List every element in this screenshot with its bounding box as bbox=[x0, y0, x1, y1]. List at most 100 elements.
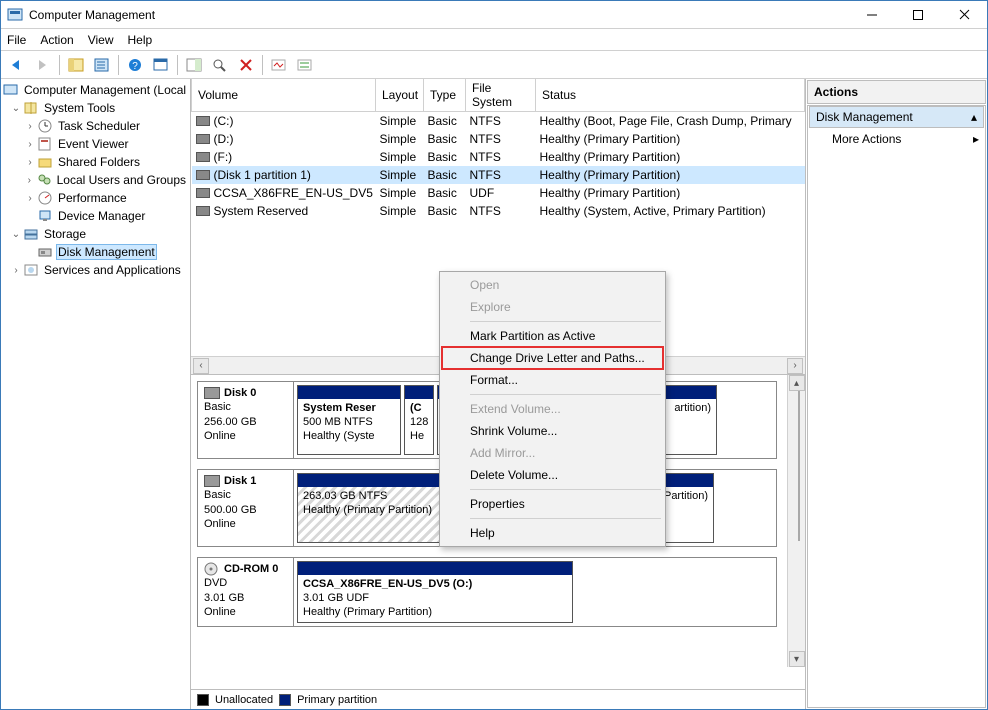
tree-root[interactable]: Computer Management (Local bbox=[3, 81, 188, 99]
tree-label: System Tools bbox=[42, 101, 117, 115]
help-button[interactable]: ? bbox=[123, 54, 147, 76]
extra-button-1[interactable] bbox=[267, 54, 291, 76]
tree-label: Task Scheduler bbox=[56, 119, 142, 133]
tree-system-tools[interactable]: ⌄ System Tools bbox=[3, 99, 188, 117]
tree-disk-management[interactable]: Disk Management bbox=[3, 243, 188, 261]
expand-icon[interactable]: › bbox=[23, 157, 37, 168]
disk-state: Online bbox=[204, 605, 287, 619]
scroll-right-icon[interactable]: › bbox=[787, 358, 803, 374]
volume-icon bbox=[196, 188, 210, 198]
partition[interactable]: System Reser500 MB NTFSHealthy (Syste bbox=[297, 385, 401, 455]
extra-button-2[interactable] bbox=[293, 54, 317, 76]
tree-label: Computer Management (Local bbox=[22, 83, 188, 97]
tree-label: Local Users and Groups bbox=[55, 173, 188, 187]
ctx-properties[interactable]: Properties bbox=[442, 493, 663, 515]
ctx-add-mirror[interactable]: Add Mirror... bbox=[442, 442, 663, 464]
volume-row[interactable]: System ReservedSimpleBasicNTFSHealthy (S… bbox=[192, 202, 805, 220]
ctx-explore[interactable]: Explore bbox=[442, 296, 663, 318]
toolbar: ? bbox=[1, 51, 987, 79]
context-menu: Open Explore Mark Partition as Active Ch… bbox=[439, 271, 666, 547]
forward-button[interactable] bbox=[31, 54, 55, 76]
ctx-delete[interactable]: Delete Volume... bbox=[442, 464, 663, 486]
collapse-icon: ▴ bbox=[971, 110, 977, 124]
disk-name: Disk 0 bbox=[224, 387, 256, 399]
ctx-shrink[interactable]: Shrink Volume... bbox=[442, 420, 663, 442]
refresh-button[interactable] bbox=[149, 54, 173, 76]
col-volume[interactable]: Volume bbox=[192, 79, 376, 112]
menu-action[interactable]: Action bbox=[40, 33, 73, 47]
actions-section[interactable]: Disk Management ▴ bbox=[809, 106, 984, 128]
actions-more[interactable]: More Actions ▸ bbox=[808, 128, 985, 150]
v-scrollbar[interactable]: ▴ ▾ bbox=[787, 375, 805, 667]
disk-size: 3.01 GB bbox=[204, 591, 287, 605]
ctx-extend[interactable]: Extend Volume... bbox=[442, 398, 663, 420]
tree-pane[interactable]: Computer Management (Local ⌄ System Tool… bbox=[1, 79, 191, 709]
menu-view[interactable]: View bbox=[88, 33, 114, 47]
tree-task-scheduler[interactable]: › Task Scheduler bbox=[3, 117, 188, 135]
scroll-down-icon[interactable]: ▾ bbox=[789, 651, 805, 667]
expand-icon[interactable]: › bbox=[23, 139, 37, 150]
cdrom-0[interactable]: CD-ROM 0 DVD 3.01 GB Online CCSA_X86FRE_… bbox=[197, 557, 777, 627]
volume-row[interactable]: (Disk 1 partition 1)SimpleBasicNTFSHealt… bbox=[192, 166, 805, 184]
volume-row[interactable]: (C:)SimpleBasicNTFSHealthy (Boot, Page F… bbox=[192, 112, 805, 130]
menu-help[interactable]: Help bbox=[128, 33, 153, 47]
legend-swatch-unallocated bbox=[197, 694, 209, 706]
col-status[interactable]: Status bbox=[536, 79, 805, 112]
disk-icon bbox=[204, 387, 220, 399]
tree-label: Storage bbox=[42, 227, 88, 241]
disk-name: Disk 1 bbox=[224, 475, 256, 487]
window-title: Computer Management bbox=[29, 8, 849, 22]
settings-button[interactable] bbox=[182, 54, 206, 76]
volume-row[interactable]: (F:)SimpleBasicNTFSHealthy (Primary Part… bbox=[192, 148, 805, 166]
actions-section-label: Disk Management bbox=[816, 110, 913, 124]
legend-swatch-primary bbox=[279, 694, 291, 706]
ctx-format[interactable]: Format... bbox=[442, 369, 663, 391]
col-layout[interactable]: Layout bbox=[376, 79, 424, 112]
expand-icon[interactable]: › bbox=[23, 193, 37, 204]
actions-header: Actions bbox=[807, 80, 986, 104]
col-type[interactable]: Type bbox=[424, 79, 466, 112]
minimize-button[interactable] bbox=[849, 1, 895, 28]
maximize-button[interactable] bbox=[895, 1, 941, 28]
partition[interactable]: CCSA_X86FRE_EN-US_DV5 (O:)3.01 GB UDFHea… bbox=[297, 561, 573, 623]
volume-row[interactable]: CCSA_X86FRE_EN-US_DV5 (O:)SimpleBasicUDF… bbox=[192, 184, 805, 202]
tree-device-manager[interactable]: Device Manager bbox=[3, 207, 188, 225]
delete-button[interactable] bbox=[234, 54, 258, 76]
legend-label: Primary partition bbox=[297, 694, 377, 706]
expand-icon[interactable]: › bbox=[9, 265, 23, 276]
ctx-open[interactable]: Open bbox=[442, 274, 663, 296]
volume-row[interactable]: (D:)SimpleBasicNTFSHealthy (Primary Part… bbox=[192, 130, 805, 148]
tree-services[interactable]: ›Services and Applications bbox=[3, 261, 188, 279]
actions-pane: Actions Disk Management ▴ More Actions ▸ bbox=[805, 79, 987, 709]
disk-info: Disk 1 Basic 500.00 GB Online bbox=[198, 470, 294, 546]
disk-state: Online bbox=[204, 429, 287, 443]
tree-performance[interactable]: ›Performance bbox=[3, 189, 188, 207]
expand-icon[interactable]: › bbox=[23, 175, 36, 186]
volume-icon bbox=[196, 134, 210, 144]
disk-size: 500.00 GB bbox=[204, 503, 287, 517]
col-fs[interactable]: File System bbox=[466, 79, 536, 112]
ctx-help[interactable]: Help bbox=[442, 522, 663, 544]
ctx-change-drive-letter[interactable]: Change Drive Letter and Paths... bbox=[442, 347, 663, 369]
cdrom-icon bbox=[204, 563, 224, 575]
disk-kind: Basic bbox=[204, 400, 287, 414]
tree-shared-folders[interactable]: ›Shared Folders bbox=[3, 153, 188, 171]
scroll-thumb[interactable] bbox=[798, 391, 800, 541]
ctx-mark-active[interactable]: Mark Partition as Active bbox=[442, 325, 663, 347]
scroll-left-icon[interactable]: ‹ bbox=[193, 358, 209, 374]
show-hide-tree-button[interactable] bbox=[64, 54, 88, 76]
menu-file[interactable]: File bbox=[7, 33, 26, 47]
tree-event-viewer[interactable]: ›Event Viewer bbox=[3, 135, 188, 153]
partition[interactable]: (C128He bbox=[404, 385, 434, 455]
tree-local-users[interactable]: › Local Users and Groups bbox=[3, 171, 188, 189]
close-button[interactable] bbox=[941, 1, 987, 28]
expand-icon[interactable]: › bbox=[23, 121, 37, 132]
scroll-up-icon[interactable]: ▴ bbox=[789, 375, 805, 391]
properties-button[interactable] bbox=[90, 54, 114, 76]
collapse-icon[interactable]: ⌄ bbox=[9, 103, 23, 114]
collapse-icon[interactable]: ⌄ bbox=[9, 229, 23, 240]
find-button[interactable] bbox=[208, 54, 232, 76]
tree-storage[interactable]: ⌄ Storage bbox=[3, 225, 188, 243]
menubar: File Action View Help bbox=[1, 29, 987, 51]
back-button[interactable] bbox=[5, 54, 29, 76]
